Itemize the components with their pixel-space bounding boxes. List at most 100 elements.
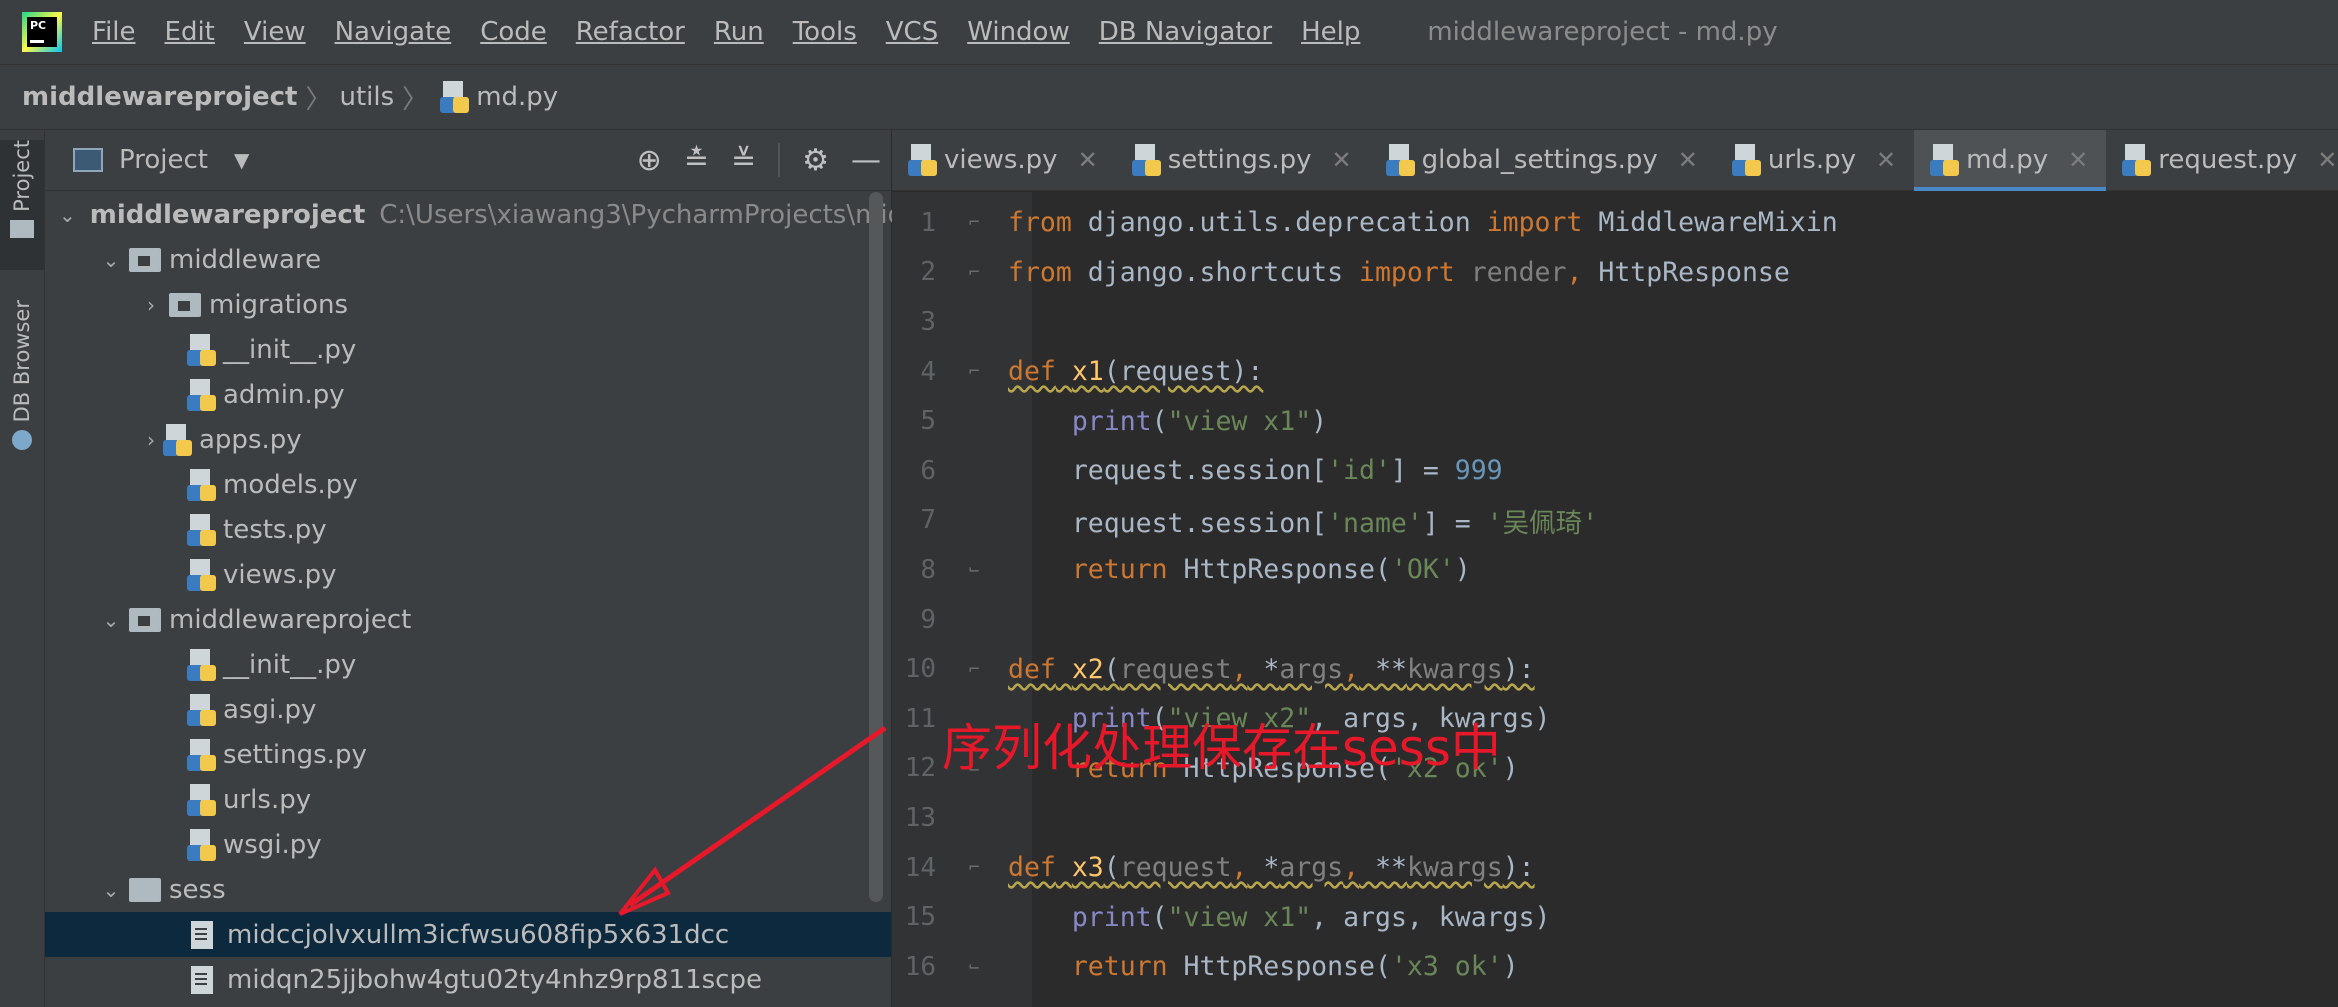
tree-node-label: midqn25jjbohw4gtu02ty4nhz9rp811scpe: [227, 964, 762, 995]
breadcrumb-file[interactable]: md.py: [476, 82, 558, 112]
tab-views-py[interactable]: views.py ✕: [892, 130, 1116, 190]
close-icon[interactable]: ✕: [1876, 146, 1896, 174]
chevron-right-icon: 〉: [305, 84, 332, 115]
tree-node-file[interactable]: › apps.py: [45, 417, 891, 462]
tree-node-file[interactable]: settings.py: [45, 732, 891, 777]
tab-label: global_settings.py: [1421, 145, 1658, 175]
code-text: def x3(request, *args, **kwargs):: [1008, 852, 1535, 884]
db-browser-tool-tab[interactable]: DB Browser: [0, 300, 44, 470]
tree-node-label: middlewareproject: [169, 604, 412, 635]
chevron-right-icon[interactable]: ›: [139, 293, 163, 317]
line-number: 5: [920, 406, 936, 437]
line-number: 1: [920, 207, 936, 238]
python-file-icon: [187, 468, 217, 501]
menu-db-navigator[interactable]: DB Navigator: [1099, 17, 1272, 47]
code-text: return HttpResponse('OK'): [1071, 554, 1471, 586]
python-file-icon: [187, 648, 217, 681]
python-file-icon: [187, 513, 217, 546]
tree-node-folder[interactable]: › migrations: [45, 282, 891, 327]
code-line: 14 ⌐ def x3(request, *args, **kwargs):: [892, 843, 2338, 893]
tab-urls-py[interactable]: urls.py ✕: [1716, 130, 1914, 190]
fold-icon[interactable]: ⌐: [956, 262, 992, 283]
project-panel-header: Project ▼ ⊕ ≛ ≚ ⚙ —: [45, 130, 891, 191]
breadcrumb-root[interactable]: middlewareproject: [22, 82, 297, 112]
breadcrumb-folder[interactable]: utils: [340, 82, 395, 112]
chevron-down-icon[interactable]: ⌄: [99, 878, 123, 902]
tree-node-folder[interactable]: ⌄ middlewareproject: [45, 597, 891, 642]
project-tool-tab[interactable]: Project: [0, 140, 44, 270]
tree-node-file[interactable]: urls.py: [45, 777, 891, 822]
tree-node-file[interactable]: wsgi.py: [45, 822, 891, 867]
menu-window[interactable]: Window: [967, 17, 1070, 47]
menu-help[interactable]: Help: [1301, 17, 1360, 47]
menu-tools[interactable]: Tools: [793, 17, 857, 47]
code-line: 10 ⌐ def x2(request, *args, **kwargs):: [892, 644, 2338, 694]
code-line: 5 print("view x1"): [892, 396, 2338, 446]
chevron-down-icon[interactable]: ⌄: [99, 608, 123, 632]
chevron-right-icon[interactable]: ›: [139, 428, 163, 452]
line-number: 12: [904, 753, 936, 784]
tab-label: settings.py: [1167, 145, 1312, 175]
minimize-icon[interactable]: —: [851, 143, 881, 178]
fold-icon[interactable]: ⌙: [956, 956, 992, 977]
tree-node-file[interactable]: __init__.py: [45, 327, 891, 372]
tree-node-file[interactable]: tests.py: [45, 507, 891, 552]
collapse-all-icon[interactable]: ≚: [731, 143, 756, 178]
menu-view[interactable]: View: [244, 17, 306, 47]
annotation-text: 序列化处理保存在sess中: [942, 719, 1501, 777]
tree-node-folder[interactable]: ⌄ middleware: [45, 237, 891, 282]
menu-edit[interactable]: Edit: [165, 17, 215, 47]
close-icon[interactable]: ✕: [1678, 146, 1698, 174]
project-scrollbar[interactable]: [869, 192, 883, 902]
menu-refactor[interactable]: Refactor: [576, 17, 685, 47]
close-icon[interactable]: ✕: [2068, 146, 2088, 174]
close-icon[interactable]: ✕: [1078, 146, 1098, 174]
menu-vcs[interactable]: VCS: [886, 17, 938, 47]
menu-run[interactable]: Run: [714, 17, 764, 47]
editor-tabs: views.py ✕ settings.py ✕ global_settings…: [892, 130, 2338, 191]
tree-node-file-selected[interactable]: midccjolvxullm3icfwsu608fip5x631dcc: [45, 912, 891, 957]
fold-icon[interactable]: ⌐: [956, 857, 992, 878]
close-icon[interactable]: ✕: [1332, 146, 1352, 174]
fold-icon[interactable]: ⌐: [956, 361, 992, 382]
fold-icon[interactable]: ⌙: [956, 559, 992, 580]
tree-node-root[interactable]: ⌄ middlewareproject C:\Users\xiawang3\Py…: [45, 192, 921, 237]
tree-node-label: wsgi.py: [223, 829, 322, 860]
tree-node-file[interactable]: admin.py: [45, 372, 891, 417]
tree-node-file[interactable]: models.py: [45, 462, 891, 507]
menu-file[interactable]: File: [92, 17, 136, 47]
gear-icon[interactable]: ⚙: [802, 143, 829, 178]
close-icon[interactable]: ✕: [2317, 146, 2337, 174]
locate-file-icon[interactable]: ⊕: [637, 143, 662, 178]
line-number: 9: [920, 604, 936, 635]
tree-node-file[interactable]: midqn25jjbohw4gtu02ty4nhz9rp811scpe: [45, 957, 891, 1002]
tree-node-folder[interactable]: ⌄ sess: [45, 867, 891, 912]
tab-label: request.py: [2158, 145, 2298, 175]
expand-all-icon[interactable]: ≛: [684, 143, 709, 178]
tree-node-label: tests.py: [223, 514, 327, 545]
code-line: 4 ⌐ def x1(request):: [892, 347, 2338, 397]
fold-icon[interactable]: ⌐: [956, 659, 992, 680]
tab-label: views.py: [944, 145, 1058, 175]
fold-icon[interactable]: ⌐: [956, 212, 992, 233]
tree-node-file[interactable]: views.py: [45, 552, 891, 597]
chevron-down-icon[interactable]: ⌄: [59, 203, 76, 227]
chevron-down-icon[interactable]: ⌄: [99, 248, 123, 272]
tab-request-py[interactable]: request.py ✕: [2106, 130, 2338, 190]
tab-md-py[interactable]: md.py ✕: [1914, 130, 2107, 191]
code-text: return HttpResponse('x3 ok'): [1071, 951, 1519, 983]
code-line: 1 ⌐ from django.utils.deprecation import M…: [892, 198, 2338, 248]
tab-settings-py[interactable]: settings.py ✕: [1116, 130, 1370, 190]
python-file-icon: [2122, 144, 2152, 176]
line-number: 16: [904, 951, 936, 982]
python-file-icon: [440, 81, 470, 113]
tree-node-file[interactable]: __init__.py: [45, 642, 891, 687]
menu-navigate[interactable]: Navigate: [335, 17, 452, 47]
code-area[interactable]: 1 ⌐ from django.utils.deprecation import M…: [892, 198, 2338, 992]
tab-global-settings-py[interactable]: global_settings.py ✕: [1370, 130, 1716, 190]
project-panel: Project ▼ ⊕ ≛ ≚ ⚙ — ⌄ middlewareproject …: [45, 130, 921, 1007]
tree-node-file[interactable]: asgi.py: [45, 687, 891, 732]
line-number: 6: [920, 455, 936, 486]
menu-code[interactable]: Code: [480, 17, 547, 47]
chevron-down-icon[interactable]: ▼: [234, 148, 249, 172]
